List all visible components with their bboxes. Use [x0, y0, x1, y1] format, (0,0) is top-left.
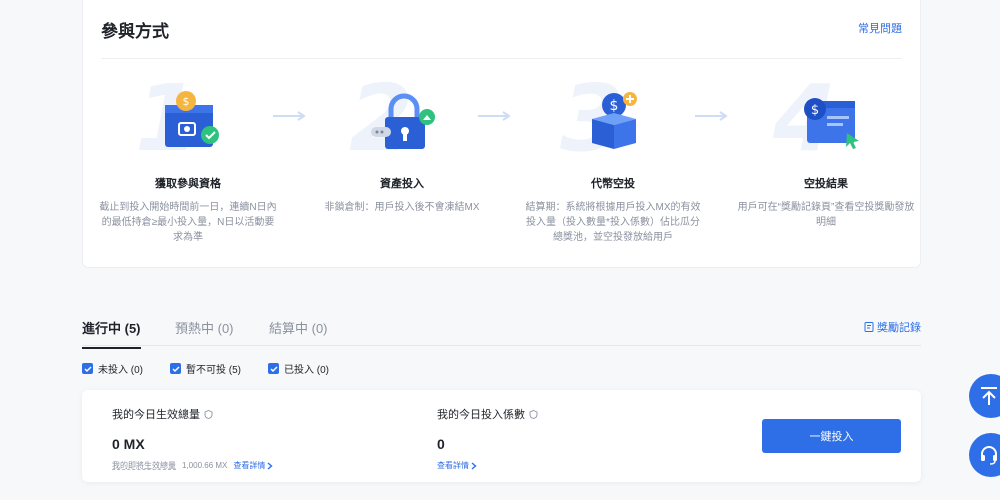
reward-record-label: 獎勵記錄 — [877, 322, 921, 334]
metric-label: 我的今日投入係數 — [437, 409, 525, 421]
one-click-invest-button[interactable]: 一鍵投入 — [762, 419, 901, 453]
filter-label: 未投入 (0) — [98, 365, 143, 376]
step-4: 4 $ 空投結果 用戶可在“獎勵記錄頁”查看空投獎勵發放明細 — [733, 73, 919, 253]
step-2: 2 資產投入 非鎖倉制：用戶投入後不會凍結MX — [309, 73, 495, 253]
customer-service-icon — [981, 446, 997, 465]
step-desc: 結算期：系統將根據用戶投入MX的有效投入量（投入數量*投入係數）佔比瓜分總獎池，… — [525, 202, 701, 243]
customer-service-button[interactable] — [969, 433, 1000, 477]
arrow-right-icon — [478, 111, 511, 121]
checkbox-checked-icon[interactable] — [82, 363, 93, 374]
step-desc: 用戶可在“獎勵記錄頁”查看空投獎勵發放明細 — [737, 202, 915, 228]
view-details-link[interactable]: 查看詳情 — [437, 460, 477, 471]
participation-card: 參與方式 常見問題 1 $ 獲取參與資格 截止到投入開始時間前一日，連續N日內的… — [82, 0, 921, 268]
filter-label: 已投入 (0) — [284, 365, 329, 376]
filter-label: 暫不可投 (5) — [186, 365, 241, 376]
shield-icon — [529, 409, 538, 419]
svg-text:$: $ — [811, 103, 819, 118]
filter-not-invested[interactable]: 未投入 (0) — [82, 361, 143, 376]
upcoming-total-value: 1,000.66 MX — [182, 461, 228, 470]
coefficient-metric: 我的今日投入係數 0 查看詳情 — [437, 406, 538, 471]
step-title: 資產投入 — [380, 178, 424, 190]
summary-card: 我的今日生效總量 0 MX 我的即將生效總量 1,000.66 MX 查看詳情 … — [82, 390, 921, 482]
effective-total-metric: 我的今日生效總量 0 MX 我的即將生效總量 1,000.66 MX 查看詳情 — [112, 406, 273, 471]
step-title: 空投結果 — [804, 178, 848, 190]
airdrop-box-icon: $ — [592, 92, 637, 149]
step-title: 獲取參與資格 — [155, 178, 221, 190]
svg-text:$: $ — [610, 98, 619, 114]
step-desc: 截止到投入開始時間前一日，連續N日內的最低持倉≥最小投入量，N日以活動要求為準 — [99, 202, 277, 243]
metric-label: 我的今日生效總量 — [112, 409, 200, 421]
result-window-icon: $ — [804, 98, 859, 149]
filter-unavailable[interactable]: 暫不可投 (5) — [170, 361, 241, 376]
section-title: 參與方式 — [101, 22, 169, 41]
step-1: 1 $ 獲取參與資格 截止到投入開始時間前一日，連續N日內的最低持倉≥最小投入量… — [95, 73, 281, 253]
checkbox-checked-icon[interactable] — [170, 363, 181, 374]
tab-settling[interactable]: 結算中 (0) — [269, 318, 328, 337]
step-title: 代幣空投 — [591, 178, 635, 190]
shield-icon — [204, 409, 213, 419]
tab-in-progress[interactable]: 進行中 (5) — [82, 318, 141, 349]
view-details-label: 查看詳情 — [233, 461, 266, 470]
tab-warming-up[interactable]: 預熱中 (0) — [175, 318, 234, 337]
metric-value: 0 MX — [112, 436, 145, 452]
chevron-right-icon — [267, 461, 273, 470]
back-to-top-icon — [981, 387, 997, 405]
back-to-top-button[interactable] — [969, 374, 1000, 418]
divider — [101, 58, 902, 59]
faq-link[interactable]: 常見問題 — [858, 20, 902, 36]
svg-text:$: $ — [183, 95, 190, 108]
arrow-right-icon — [695, 111, 728, 121]
metric-value: 0 — [437, 436, 445, 452]
view-details-label: 查看詳情 — [437, 461, 469, 470]
view-details-link[interactable]: 查看詳情 — [233, 460, 273, 471]
step-3: 3 $ 代幣空投 結算期：系統將根據用戶投入MX的有效投入量（投入數量*投入係數… — [520, 73, 706, 253]
reward-record-link[interactable]: 獎勵記錄 — [864, 319, 921, 335]
record-icon — [864, 322, 874, 332]
arrow-right-icon — [273, 111, 306, 121]
wallet-camera-icon: $ — [165, 91, 219, 147]
chevron-right-icon — [471, 461, 477, 470]
step-desc: 非鎖倉制：用戶投入後不會凍結MX — [324, 202, 480, 213]
checkbox-checked-icon[interactable] — [268, 363, 279, 374]
upcoming-total-label: 我的即將生效總量 — [112, 461, 176, 470]
lock-icon — [371, 93, 435, 149]
filter-invested[interactable]: 已投入 (0) — [268, 361, 329, 376]
status-tabs: 進行中 (5) 預熱中 (0) 結算中 (0) 獎勵記錄 — [82, 316, 921, 349]
